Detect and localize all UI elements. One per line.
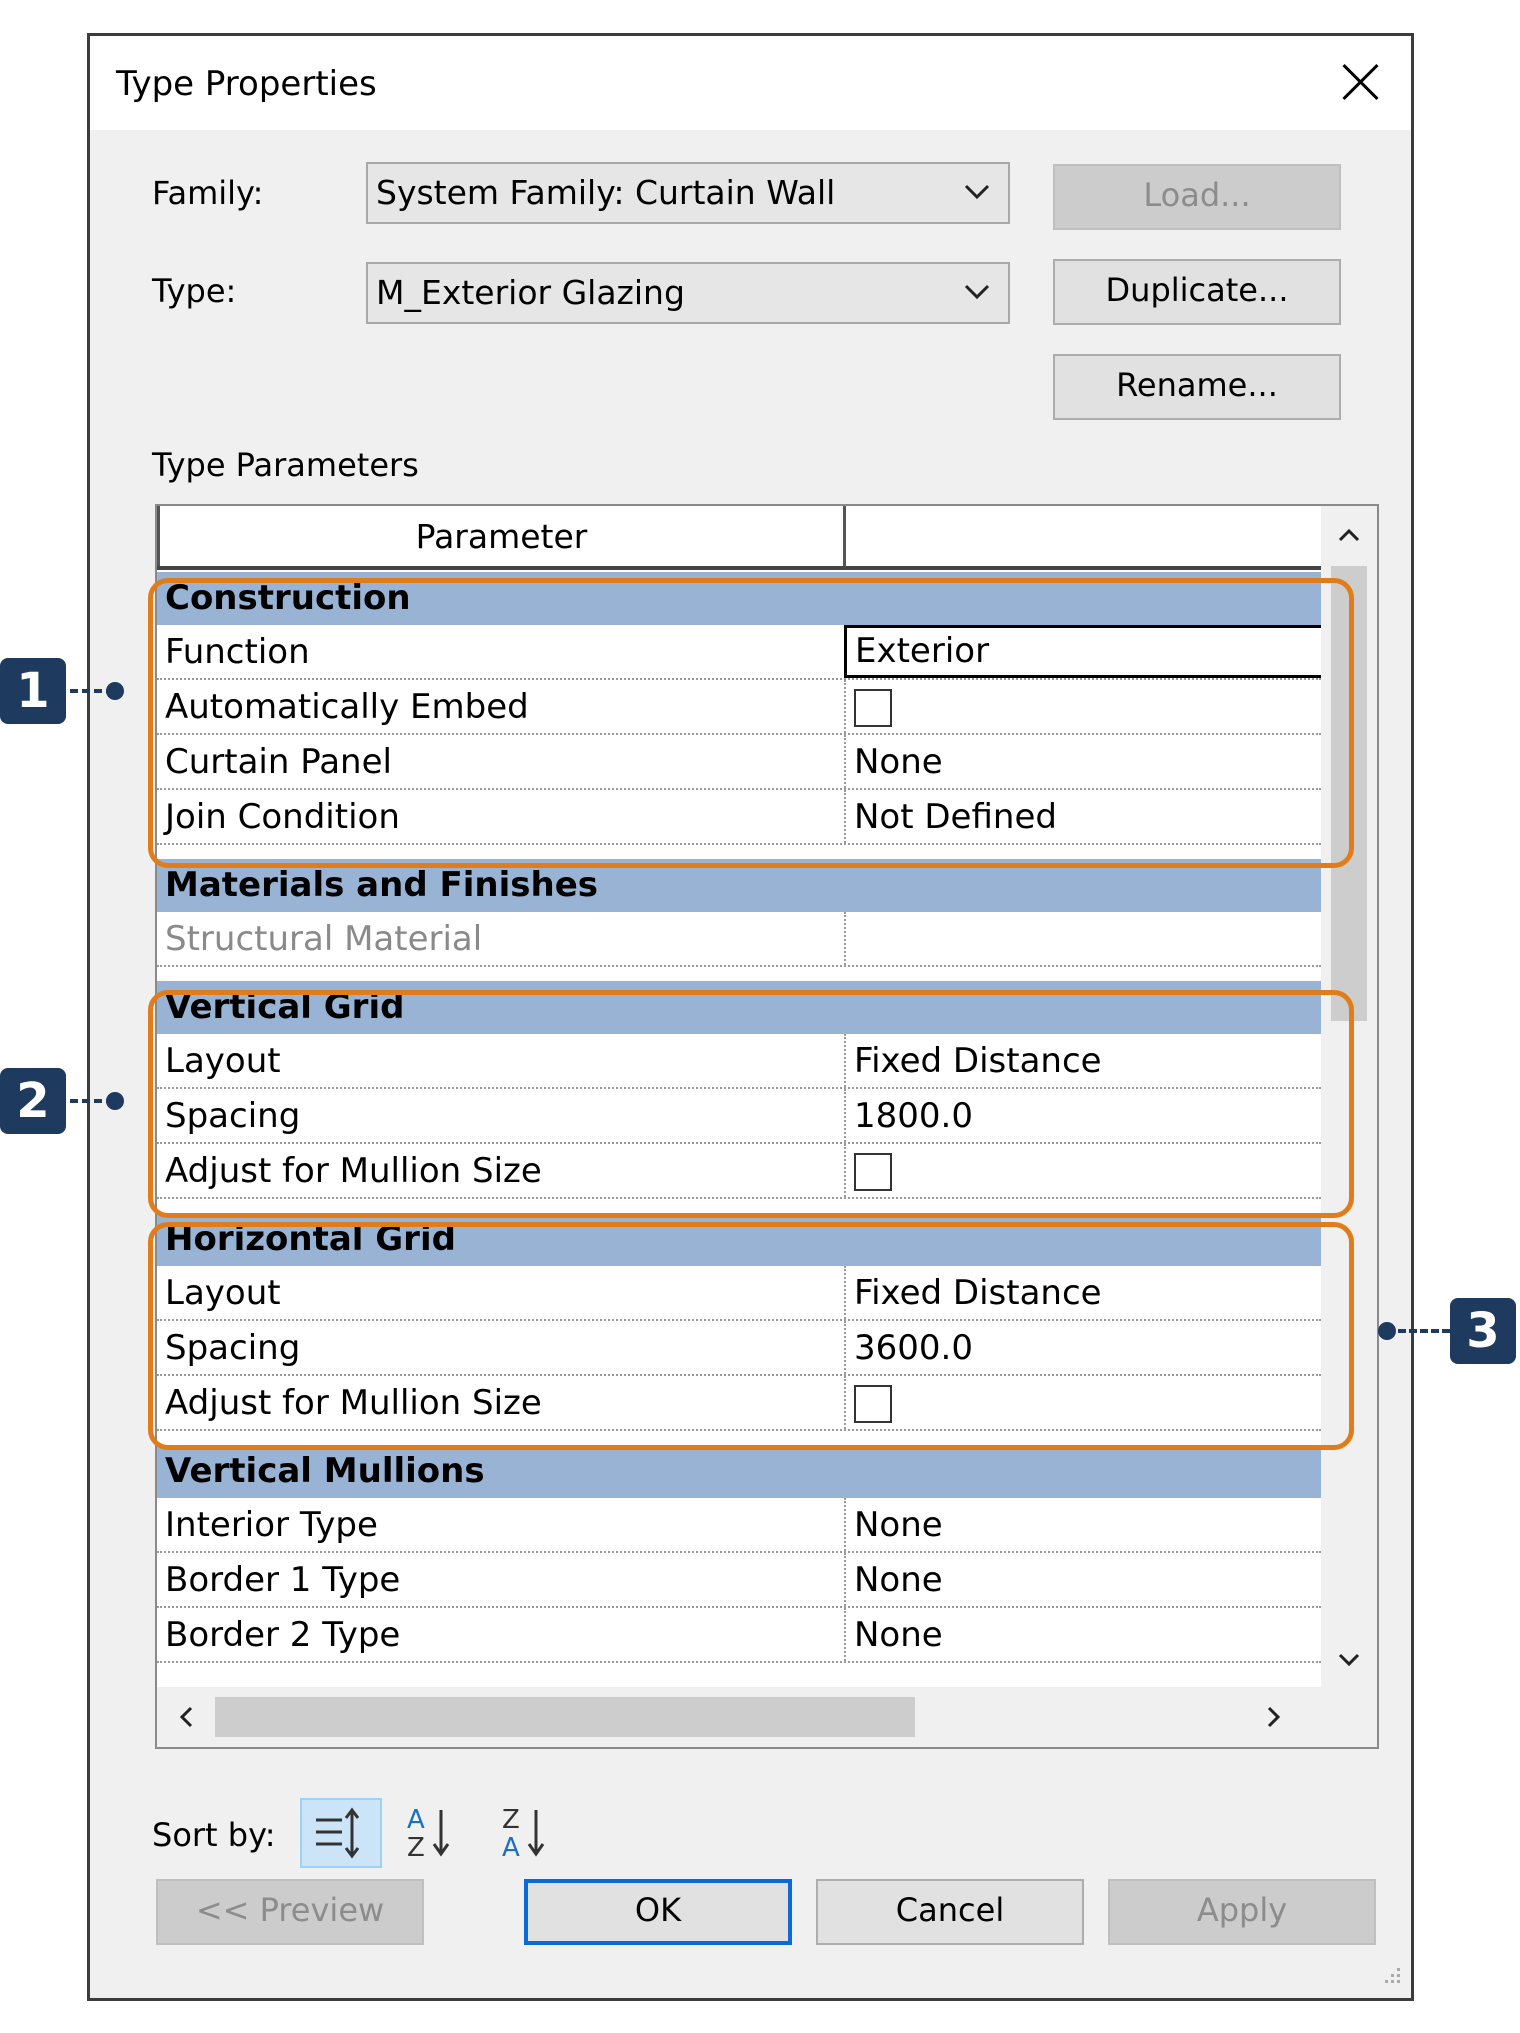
parameter-name: Border 2 Type bbox=[165, 1615, 401, 1655]
sort-category-icon bbox=[316, 1807, 360, 1859]
svg-text:Z: Z bbox=[502, 1805, 520, 1835]
sort-by-category-button[interactable] bbox=[300, 1798, 382, 1868]
dialog-title: Type Properties bbox=[116, 64, 377, 104]
callout-badge-2: 2 bbox=[0, 1068, 66, 1134]
family-dropdown-value: System Family: Curtain Wall bbox=[376, 173, 836, 212]
sort-a-z-icon: A Z bbox=[407, 1805, 450, 1863]
parameter-row[interactable]: Border 1 Type None bbox=[157, 1553, 1321, 1608]
parameter-name: Structural Material bbox=[165, 919, 483, 959]
svg-text:A: A bbox=[407, 1805, 425, 1835]
close-icon[interactable] bbox=[1337, 58, 1385, 106]
parameter-value[interactable] bbox=[844, 912, 1321, 965]
callout-dot-3 bbox=[1378, 1322, 1396, 1340]
scroll-down-icon[interactable] bbox=[1333, 1643, 1365, 1675]
svg-text:A: A bbox=[502, 1833, 520, 1863]
group-header[interactable]: Vertical Mullions bbox=[157, 1445, 1321, 1498]
type-parameters-label: Type Parameters bbox=[152, 446, 419, 484]
preview-button[interactable]: << Preview bbox=[156, 1879, 424, 1945]
column-header-parameter[interactable]: Parameter bbox=[157, 506, 846, 566]
callout-dot-2 bbox=[106, 1092, 124, 1110]
parameter-value[interactable]: None bbox=[844, 1608, 1321, 1661]
sort-descending-button[interactable]: Z A bbox=[490, 1798, 572, 1868]
callout-box-1 bbox=[148, 578, 1354, 868]
sort-z-a-icon: Z A bbox=[502, 1805, 545, 1863]
scroll-left-icon[interactable] bbox=[171, 1701, 203, 1733]
grid-header: Parameter bbox=[157, 506, 1321, 570]
chevron-down-icon bbox=[964, 184, 990, 200]
resize-grip-icon[interactable] bbox=[1375, 1962, 1403, 1990]
parameter-value[interactable]: None bbox=[844, 1553, 1321, 1606]
parameter-name: Border 1 Type bbox=[165, 1560, 401, 1600]
callout-badge-3: 3 bbox=[1450, 1298, 1516, 1364]
family-label: Family: bbox=[152, 174, 264, 212]
type-label: Type: bbox=[152, 272, 237, 310]
callout-box-3 bbox=[148, 1222, 1354, 1450]
rename-button[interactable]: Rename... bbox=[1053, 354, 1341, 420]
parameter-row[interactable]: Structural Material bbox=[157, 912, 1321, 967]
cancel-button[interactable]: Cancel bbox=[816, 1879, 1084, 1945]
load-button[interactable]: Load... bbox=[1053, 164, 1341, 230]
parameter-row[interactable]: Interior Type None bbox=[157, 1498, 1321, 1553]
callout-dot-1 bbox=[106, 682, 124, 700]
chevron-down-icon bbox=[964, 284, 990, 300]
apply-button[interactable]: Apply bbox=[1108, 1879, 1376, 1945]
duplicate-button[interactable]: Duplicate... bbox=[1053, 259, 1341, 325]
scroll-up-icon[interactable] bbox=[1333, 520, 1365, 552]
svg-text:Z: Z bbox=[407, 1833, 425, 1863]
horizontal-scrollbar[interactable] bbox=[157, 1687, 1377, 1747]
title-bar: Type Properties bbox=[90, 36, 1411, 130]
ok-button[interactable]: OK bbox=[524, 1879, 792, 1945]
horizontal-scroll-thumb[interactable] bbox=[215, 1697, 915, 1737]
callout-box-2 bbox=[148, 990, 1354, 1218]
type-dropdown[interactable]: M_Exterior Glazing bbox=[366, 262, 1010, 324]
sort-ascending-button[interactable]: A Z bbox=[395, 1798, 477, 1868]
family-dropdown[interactable]: System Family: Curtain Wall bbox=[366, 162, 1010, 224]
parameter-name: Interior Type bbox=[165, 1505, 378, 1545]
parameter-value[interactable]: None bbox=[844, 1498, 1321, 1551]
sort-by-label: Sort by: bbox=[152, 1816, 276, 1854]
callout-leader-3 bbox=[1398, 1329, 1450, 1333]
scroll-right-icon[interactable] bbox=[1257, 1701, 1289, 1733]
callout-badge-1: 1 bbox=[0, 658, 66, 724]
parameter-row[interactable]: Border 2 Type None bbox=[157, 1608, 1321, 1663]
type-dropdown-value: M_Exterior Glazing bbox=[376, 273, 685, 312]
